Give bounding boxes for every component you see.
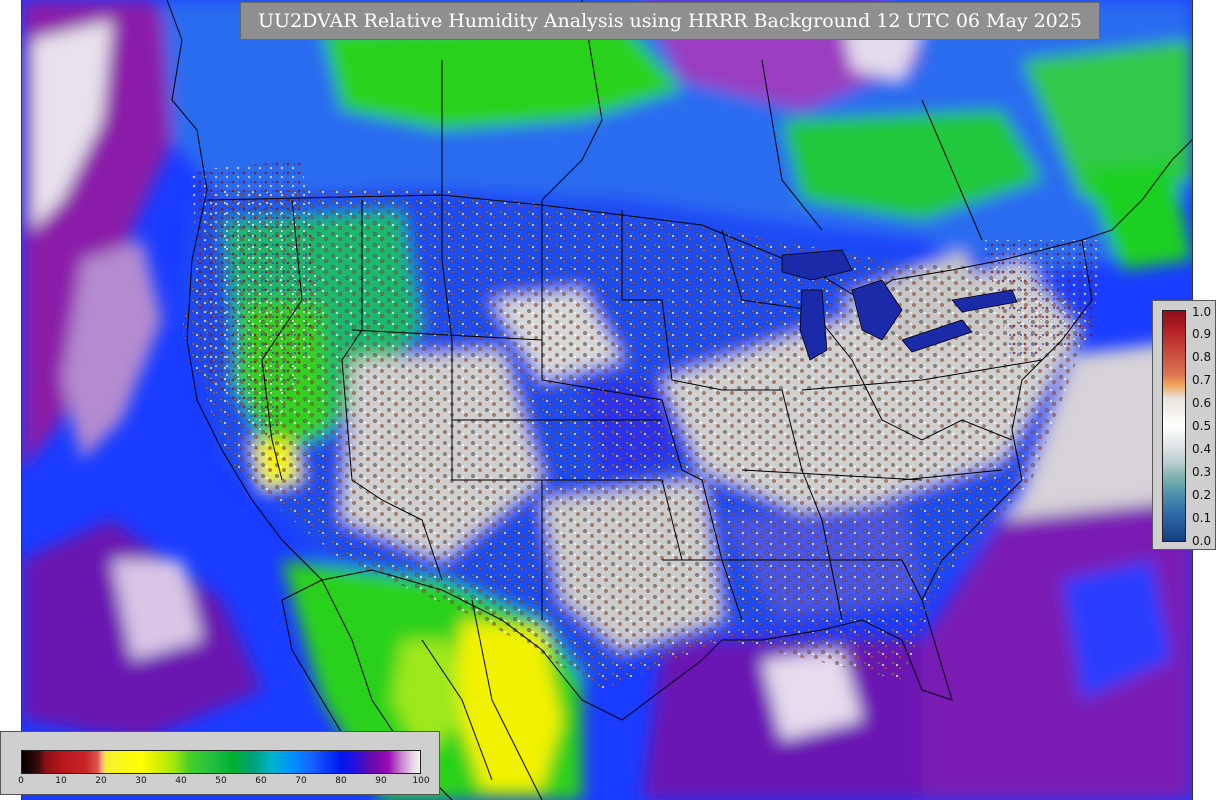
verification-tick: 0.2 [1192, 488, 1212, 502]
verification-colorbar-gradient [1162, 310, 1186, 542]
verification-tick: 0.7 [1192, 373, 1212, 387]
verification-tick: 0.9 [1192, 327, 1212, 341]
rh-tick: 90 [375, 776, 387, 786]
rh-tick: 70 [295, 776, 307, 786]
rh-tick: 10 [55, 776, 67, 786]
verification-tick: 0.1 [1192, 511, 1212, 525]
rh-tick: 60 [255, 776, 267, 786]
verification-tick: 0.4 [1192, 442, 1212, 456]
rh-analysis-map [22, 0, 1192, 800]
verification-tick: 0.6 [1192, 396, 1212, 410]
verification-tick: 0.3 [1192, 465, 1212, 479]
verification-tick: 0.8 [1192, 350, 1212, 364]
rh-tick: 20 [95, 776, 107, 786]
rh-tick: 50 [215, 776, 227, 786]
rh-tick: 40 [175, 776, 187, 786]
rh-tick: 100 [412, 776, 430, 786]
verification-tick: 0.5 [1192, 419, 1212, 433]
rh-colorbar-gradient [21, 750, 421, 774]
map-title: UU2DVAR Relative Humidity Analysis using… [240, 2, 1100, 40]
verification-colorbar: 1.0 0.9 0.8 0.7 0.6 0.5 0.4 0.3 0.2 0.1 … [1152, 300, 1216, 550]
rh-colorbar: 0 10 20 30 40 50 60 70 80 90 100 [0, 731, 440, 795]
rh-tick: 80 [335, 776, 347, 786]
verification-tick: 0.0 [1192, 534, 1212, 548]
rh-tick: 30 [135, 776, 147, 786]
map-panel [21, 0, 1193, 800]
rh-tick: 0 [18, 776, 24, 786]
verification-tick: 1.0 [1192, 305, 1212, 319]
